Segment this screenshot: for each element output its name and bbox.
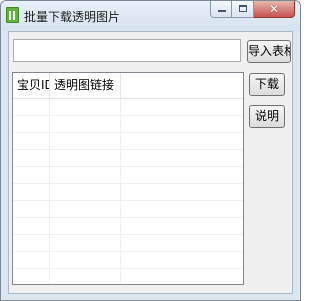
download-button[interactable]: 下载 (249, 73, 285, 96)
client-area: 导入表格 宝贝ID 透明图链接 (8, 31, 293, 294)
table-header: 宝贝ID 透明图链接 (13, 73, 243, 99)
app-icon (6, 7, 19, 23)
maximize-icon (239, 5, 247, 12)
table-row (13, 99, 243, 116)
maximize-button[interactable] (232, 1, 254, 18)
table-row (13, 133, 243, 150)
table-row (13, 116, 243, 133)
table-body[interactable] (13, 99, 243, 284)
app-window: 批量下载透明图片 ✕ 导入表格 宝贝ID 透明图链接 (0, 0, 301, 301)
help-button[interactable]: 说明 (249, 105, 285, 128)
table-row (13, 201, 243, 218)
table-row (13, 167, 243, 184)
close-button[interactable]: ✕ (254, 1, 295, 18)
title-bar[interactable]: 批量下载透明图片 ✕ (1, 1, 300, 31)
table-row (13, 150, 243, 167)
caption-buttons: ✕ (210, 1, 295, 19)
table-row (13, 235, 243, 252)
table-row (13, 184, 243, 201)
import-table-button[interactable]: 导入表格 (247, 40, 291, 63)
table-row (13, 269, 243, 284)
table-row (13, 218, 243, 235)
close-icon: ✕ (268, 2, 280, 16)
minimize-button[interactable] (210, 1, 232, 18)
link-table[interactable]: 宝贝ID 透明图链接 (12, 72, 244, 285)
file-path-input[interactable] (13, 39, 241, 62)
column-header-image-link[interactable]: 透明图链接 (50, 73, 121, 98)
window-title: 批量下载透明图片 (24, 10, 121, 24)
table-row (13, 252, 243, 269)
column-header-item-id[interactable]: 宝贝ID (13, 73, 50, 98)
column-header-empty (121, 73, 243, 98)
minimize-icon (218, 10, 226, 12)
